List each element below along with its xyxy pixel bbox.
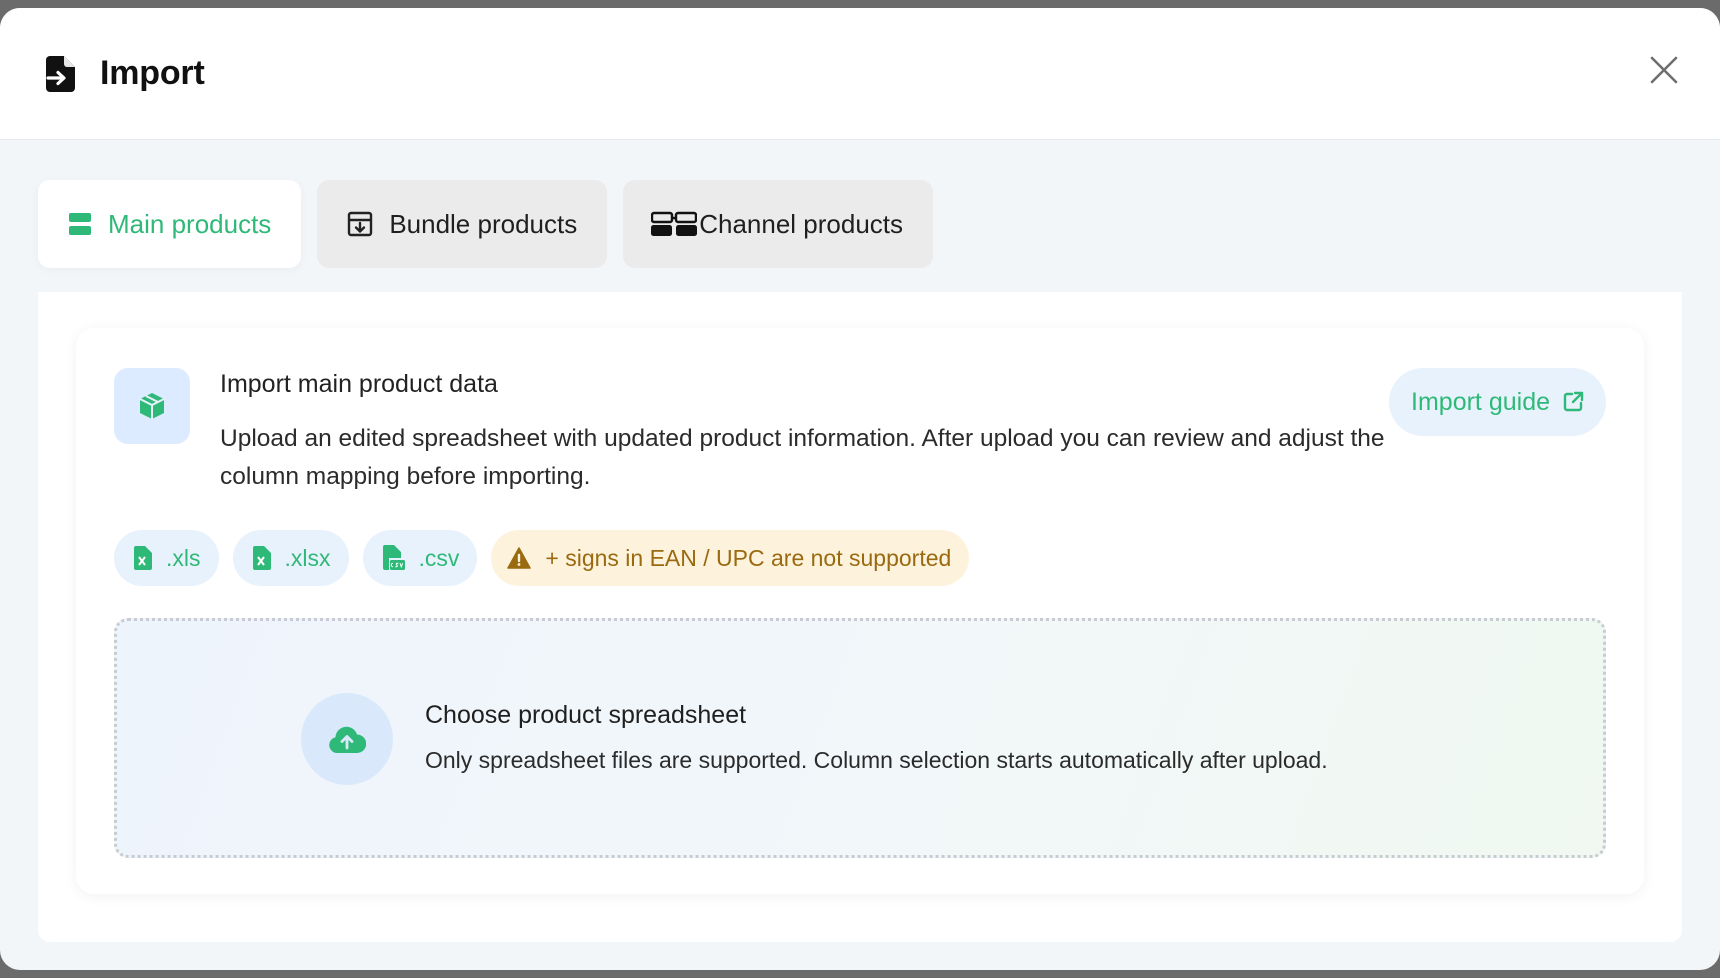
warning-icon bbox=[507, 547, 532, 569]
supported-formats: .xls .xlsx .csv + signs in EAN / UPC are… bbox=[114, 530, 970, 586]
tab-label: Channel products bbox=[699, 208, 904, 239]
close-button[interactable] bbox=[1642, 48, 1686, 92]
warning-label: + signs in EAN / UPC are not supported bbox=[545, 544, 952, 571]
box-icon-badge bbox=[114, 368, 190, 444]
ean-warning-chip: + signs in EAN / UPC are not supported bbox=[491, 530, 970, 586]
format-chip-csv: .csv bbox=[362, 530, 478, 586]
dialog-title: Import bbox=[100, 54, 205, 92]
box-icon bbox=[139, 393, 165, 419]
dropzone-description: Only spreadsheet files are supported. Co… bbox=[425, 747, 1328, 773]
file-dropzone[interactable]: Choose product spreadsheet Only spreadsh… bbox=[114, 618, 1606, 858]
format-label: .csv bbox=[418, 544, 460, 571]
table-rows-icon bbox=[69, 213, 91, 235]
tab-channel-products[interactable]: Channel products bbox=[623, 180, 934, 268]
import-card: Import main product data Upload an edite… bbox=[76, 328, 1644, 894]
dialog-header: Import bbox=[0, 8, 1720, 140]
tab-bar: Main products Bundle products Channel pr… bbox=[38, 180, 934, 268]
import-guide-label: Import guide bbox=[1411, 387, 1550, 416]
tab-label: Main products bbox=[108, 208, 272, 239]
upload-badge bbox=[301, 693, 393, 785]
format-chip-xls: .xls bbox=[114, 530, 219, 586]
tab-main-products[interactable]: Main products bbox=[38, 180, 302, 268]
close-icon bbox=[1650, 56, 1678, 84]
import-guide-link[interactable]: Import guide bbox=[1389, 368, 1606, 436]
card-title: Import main product data bbox=[220, 370, 498, 398]
format-label: .xls bbox=[166, 544, 201, 571]
card-description: Upload an edited spreadsheet with update… bbox=[220, 425, 1385, 490]
format-chip-xlsx: .xlsx bbox=[232, 530, 349, 586]
tab-panel: Import main product data Upload an edite… bbox=[38, 292, 1682, 942]
excel-file-icon bbox=[134, 546, 152, 570]
csv-file-icon bbox=[382, 545, 405, 570]
excel-file-icon bbox=[252, 546, 271, 570]
tab-label: Bundle products bbox=[389, 208, 578, 239]
tab-bundle-products[interactable]: Bundle products bbox=[317, 180, 608, 268]
format-label: .xlsx bbox=[284, 544, 331, 571]
import-dialog: Import Main products Bundle products Cha… bbox=[0, 8, 1720, 970]
file-import-icon bbox=[46, 54, 80, 94]
cloud-upload-icon bbox=[329, 726, 366, 753]
external-link-icon bbox=[1563, 391, 1584, 412]
channels-icon bbox=[651, 211, 698, 236]
bundle-icon bbox=[348, 211, 373, 237]
dropzone-title: Choose product spreadsheet bbox=[425, 701, 747, 729]
